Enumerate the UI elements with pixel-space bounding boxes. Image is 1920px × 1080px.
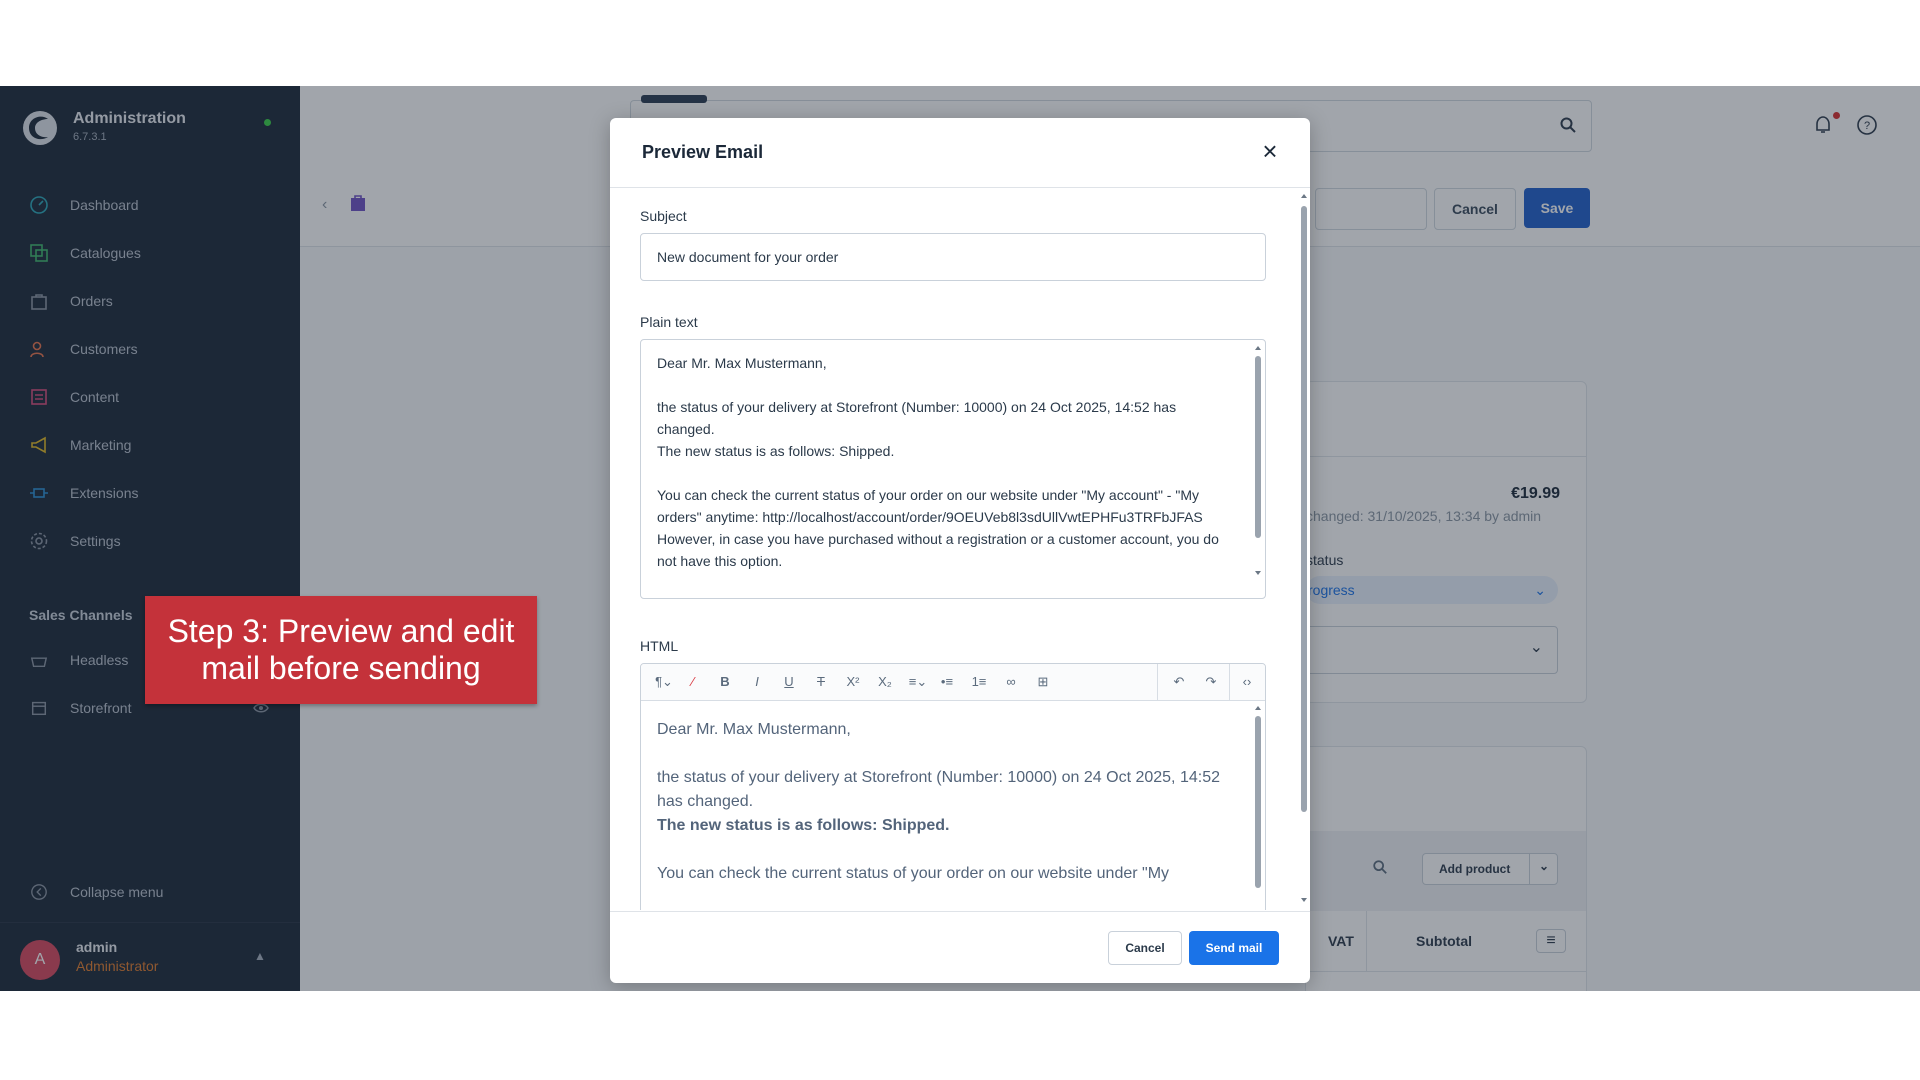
modal-body: Subject New document for your order Plai… [610, 188, 1298, 910]
preview-email-modal: Preview Email × Subject New document for… [610, 118, 1310, 983]
strikethrough-icon[interactable]: T [813, 672, 829, 692]
close-icon[interactable]: × [1258, 138, 1282, 164]
html-editor[interactable]: ¶⌄ ⁄ B I U T X² X₂ ≡⌄ •≡ 1≡ ∞ ⊞ ↶ ↷ ‹› D… [640, 663, 1266, 910]
italic-icon[interactable]: I [749, 672, 765, 692]
subscript-icon[interactable]: X₂ [877, 672, 893, 692]
table-icon[interactable]: ⊞ [1035, 672, 1051, 692]
modal-scrollbar[interactable] [1298, 188, 1310, 910]
plain-text-textarea[interactable]: Dear Mr. Max Mustermann, the status of y… [640, 339, 1266, 599]
html-check: You can check the current status of your… [657, 865, 1170, 882]
plain-line: However, in case you have purchased with… [657, 531, 1219, 569]
paragraph-format-icon[interactable]: ¶⌄ [651, 672, 677, 692]
html-blank [657, 742, 1227, 766]
cancel-button[interactable]: Cancel [1108, 931, 1182, 965]
plain-line: You can check the current status of your… [657, 487, 1203, 525]
plain-text-label: Plain text [640, 314, 698, 330]
html-label: HTML [640, 638, 679, 654]
callout-line: Step 3: Preview and edit [167, 613, 515, 649]
bold-icon[interactable]: B [717, 672, 733, 692]
subject-label: Subject [640, 208, 687, 224]
code-view-icon[interactable]: ‹› [1237, 672, 1257, 692]
bullet-list-icon[interactable]: •≡ [939, 672, 955, 692]
textarea-scrollbar[interactable] [1253, 342, 1263, 592]
divider [1229, 664, 1230, 700]
superscript-icon[interactable]: X² [845, 672, 861, 692]
redo-icon[interactable]: ↷ [1203, 672, 1219, 692]
send-mail-button[interactable]: Send mail [1189, 931, 1279, 965]
plain-line-blank [657, 374, 1237, 396]
modal-footer: Cancel Send mail [610, 911, 1310, 983]
align-icon[interactable]: ≡⌄ [905, 672, 931, 692]
editor-toolbar: ¶⌄ ⁄ B I U T X² X₂ ≡⌄ •≡ 1≡ ∞ ⊞ ↶ ↷ ‹› [641, 664, 1265, 701]
plain-line: The new status is as follows: Shipped. [657, 443, 895, 459]
plain-line: the status of your delivery at Storefron… [657, 399, 1177, 437]
html-greeting: Dear Mr. Max Mustermann, [657, 721, 851, 738]
numbered-list-icon[interactable]: 1≡ [971, 672, 987, 692]
editor-scrollbar[interactable] [1253, 702, 1263, 910]
step-callout: Step 3: Preview and edit mail before sen… [145, 596, 537, 704]
modal-header: Preview Email × [610, 118, 1310, 188]
link-icon[interactable]: ∞ [1003, 672, 1019, 692]
html-bold-status: The new status is as follows: Shipped. [657, 817, 950, 834]
app-frame: Administration 6.7.3.1 Dashboard Catalog… [0, 86, 1920, 991]
plain-line-blank [657, 462, 1237, 484]
subject-input[interactable]: New document for your order [640, 233, 1266, 281]
html-content: Dear Mr. Max Mustermann, the status of y… [657, 718, 1227, 886]
modal-title: Preview Email [642, 142, 764, 162]
html-status: the status of your delivery at Storefron… [657, 769, 1220, 810]
html-blank [657, 838, 1227, 862]
undo-icon[interactable]: ↶ [1171, 672, 1187, 692]
plain-line: Dear Mr. Max Mustermann, [657, 355, 827, 371]
divider [1157, 664, 1158, 700]
clear-format-icon[interactable]: ⁄ [683, 672, 703, 692]
subject-value: New document for your order [657, 249, 839, 265]
plain-text-content: Dear Mr. Max Mustermann, the status of y… [657, 352, 1237, 572]
callout-line: mail before sending [201, 650, 481, 686]
underline-icon[interactable]: U [781, 672, 797, 692]
